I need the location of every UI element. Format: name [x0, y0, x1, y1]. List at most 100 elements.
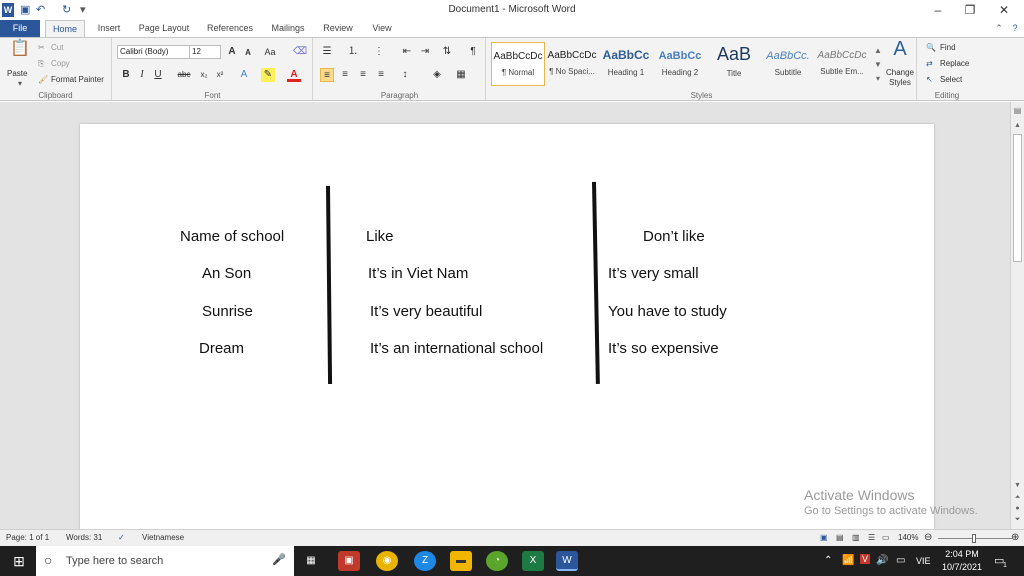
- font-color-icon[interactable]: A: [287, 68, 301, 82]
- app-icon-green[interactable]: ◔: [486, 551, 508, 571]
- close-button[interactable]: ✕: [994, 2, 1014, 18]
- web-layout-icon[interactable]: ▥: [852, 533, 860, 542]
- restore-button[interactable]: ❐: [960, 2, 980, 18]
- subscript-icon[interactable]: x₂: [197, 68, 211, 82]
- proofing-icon[interactable]: ✓: [118, 533, 125, 542]
- select-button[interactable]: Select: [940, 74, 962, 85]
- shrink-font-icon[interactable]: A: [241, 46, 255, 60]
- page-count[interactable]: Page: 1 of 1: [6, 533, 49, 542]
- word-count[interactable]: Words: 31: [66, 533, 102, 542]
- help-icon[interactable]: ?: [1008, 20, 1022, 37]
- zoom-in-icon[interactable]: ⊕: [1011, 532, 1019, 543]
- borders-icon[interactable]: ▦: [454, 68, 468, 82]
- scroll-up-icon[interactable]: ▲: [1013, 122, 1022, 129]
- draft-icon[interactable]: ▭: [882, 533, 890, 542]
- strikethrough-icon[interactable]: abc: [177, 68, 191, 82]
- change-styles-icon[interactable]: A: [890, 39, 910, 64]
- styles-scroll-up-icon[interactable]: ▲: [871, 44, 885, 58]
- multilevel-list-icon[interactable]: ⋮: [372, 45, 386, 59]
- underline-icon[interactable]: U: [151, 68, 165, 82]
- style-heading-1[interactable]: AaBbCc Heading 1: [599, 42, 653, 86]
- copy-button[interactable]: Copy: [51, 58, 70, 69]
- align-right-icon[interactable]: ≡: [356, 68, 370, 82]
- align-left-icon[interactable]: ≡: [320, 68, 334, 82]
- justify-icon[interactable]: ≡: [374, 68, 388, 82]
- style-no-spacing[interactable]: AaBbCcDc ¶ No Spaci...: [545, 42, 599, 86]
- zoom-out-icon[interactable]: ⊖: [924, 532, 932, 543]
- vertical-scrollbar[interactable]: ▤ ▲ ▼ ⏶ ● ⏷: [1010, 102, 1024, 529]
- style-subtitle[interactable]: AaBbCc. Subtitle: [761, 42, 815, 86]
- outline-icon[interactable]: ☰: [868, 533, 875, 542]
- windows-start-icon[interactable]: ⊞: [8, 551, 30, 571]
- clock-time[interactable]: 2:04 PM: [942, 549, 982, 559]
- select-icon[interactable]: ↖: [926, 74, 933, 85]
- italic-icon[interactable]: I: [135, 68, 149, 82]
- show-formatting-icon[interactable]: ¶: [466, 45, 480, 59]
- print-layout-icon[interactable]: ▣: [820, 533, 828, 542]
- zoom-level[interactable]: 140%: [898, 533, 918, 542]
- ruler-toggle-icon[interactable]: ▤: [1013, 106, 1022, 116]
- font-size-select[interactable]: 12: [189, 45, 221, 59]
- microphone-icon[interactable]: 🎤: [272, 553, 286, 566]
- tab-home[interactable]: Home: [45, 20, 85, 38]
- format-painter-icon[interactable]: 🖌: [38, 74, 48, 85]
- highlight-icon[interactable]: ✎: [261, 68, 275, 82]
- minimize-ribbon-icon[interactable]: ⌃: [992, 20, 1006, 37]
- zalo-icon[interactable]: Z: [414, 551, 436, 571]
- clock-date[interactable]: 10/7/2021: [938, 562, 986, 572]
- word-taskbar-icon[interactable]: W: [556, 551, 578, 571]
- minimize-button[interactable]: –: [928, 2, 948, 18]
- cut-button[interactable]: Cut: [51, 42, 63, 53]
- style-title[interactable]: AaB Title: [707, 42, 761, 86]
- select-browse-object-icon[interactable]: ●: [1013, 505, 1022, 512]
- previous-page-icon[interactable]: ⏶: [1013, 494, 1022, 502]
- tab-insert[interactable]: Insert: [92, 20, 126, 37]
- decrease-indent-icon[interactable]: ⇤: [400, 45, 414, 59]
- paste-dropdown-icon[interactable]: ▾: [18, 78, 22, 89]
- increase-indent-icon[interactable]: ⇥: [418, 45, 432, 59]
- tab-file[interactable]: File: [0, 20, 40, 37]
- line-spacing-icon[interactable]: ↕: [398, 68, 412, 82]
- bold-icon[interactable]: B: [119, 68, 133, 82]
- app-icon-red[interactable]: ▣: [338, 551, 360, 571]
- tab-review[interactable]: Review: [320, 20, 356, 37]
- tab-references[interactable]: References: [204, 20, 256, 37]
- document-page[interactable]: Name of school An Son Sunrise Dream Like…: [80, 124, 934, 544]
- full-screen-reading-icon[interactable]: ▤: [836, 533, 844, 542]
- show-hidden-icons[interactable]: ⌃: [824, 555, 832, 566]
- tab-page-layout[interactable]: Page Layout: [136, 20, 192, 37]
- font-family-select[interactable]: Calibri (Body): [117, 45, 191, 59]
- search-box[interactable]: ○ Type here to search 🎤: [36, 546, 294, 576]
- next-page-icon[interactable]: ⏷: [1013, 516, 1022, 524]
- network-icon[interactable]: 📶: [842, 555, 854, 566]
- zoom-slider-thumb[interactable]: [972, 534, 976, 543]
- volume-icon[interactable]: 🔊: [876, 555, 888, 566]
- chrome-icon[interactable]: ◉: [376, 551, 398, 571]
- scroll-down-icon[interactable]: ▼: [1013, 482, 1022, 489]
- style-normal[interactable]: AaBbCcDc ¶ Normal: [491, 42, 545, 86]
- text-effects-icon[interactable]: A: [237, 68, 251, 82]
- numbering-icon[interactable]: ⒈: [346, 45, 360, 59]
- copy-icon[interactable]: ⎘: [38, 58, 44, 69]
- paste-icon[interactable]: 📋: [10, 41, 30, 64]
- change-styles-button[interactable]: Change Styles: [883, 68, 917, 88]
- tab-view[interactable]: View: [366, 20, 398, 37]
- style-subtle-emphasis[interactable]: AaBbCcDc Subtle Em...: [815, 42, 869, 86]
- sort-icon[interactable]: ⇅: [440, 45, 454, 59]
- scroll-thumb[interactable]: [1013, 134, 1022, 262]
- find-button[interactable]: Find: [940, 42, 956, 53]
- change-case-icon[interactable]: Aa: [263, 45, 277, 59]
- language-indicator[interactable]: Vietnamese: [142, 533, 184, 542]
- input-language[interactable]: VIE: [916, 556, 931, 566]
- battery-icon[interactable]: ▭: [896, 555, 905, 566]
- align-center-icon[interactable]: ≡: [338, 68, 352, 82]
- excel-icon[interactable]: X: [522, 551, 544, 571]
- tab-mailings[interactable]: Mailings: [268, 20, 308, 37]
- superscript-icon[interactable]: x²: [213, 68, 227, 82]
- grow-font-icon[interactable]: A: [225, 45, 239, 59]
- bullets-icon[interactable]: ☰: [320, 45, 334, 59]
- replace-button[interactable]: Replace: [940, 58, 969, 69]
- format-painter-button[interactable]: Format Painter: [51, 74, 104, 85]
- cut-icon[interactable]: ✂: [38, 42, 45, 53]
- find-icon[interactable]: 🔍: [926, 42, 936, 53]
